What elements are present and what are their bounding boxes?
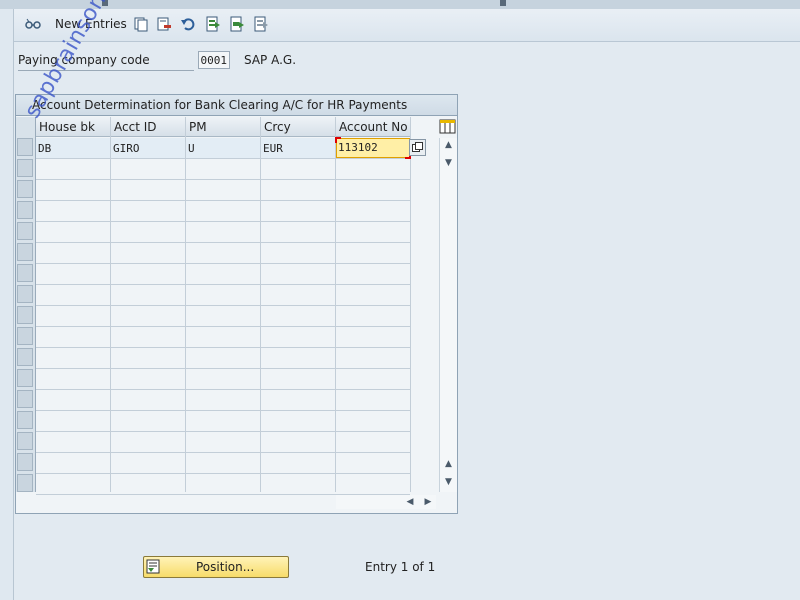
undo-icon[interactable] [180, 16, 196, 32]
table-row[interactable] [36, 201, 410, 222]
value-help-button[interactable] [409, 139, 426, 156]
row-selector[interactable] [17, 180, 33, 198]
row-selector[interactable] [17, 306, 33, 324]
column-divider [335, 117, 336, 492]
select-all-icon[interactable] [205, 16, 221, 32]
row-selector[interactable] [17, 369, 33, 387]
table-row[interactable] [36, 474, 410, 495]
table-row[interactable] [36, 222, 410, 243]
company-name-text: SAP A.G. [244, 53, 297, 67]
row-selector[interactable] [17, 138, 33, 156]
scroll-up-icon[interactable]: ▲ [440, 138, 457, 152]
scroll-page-down-icon[interactable]: ▼ [440, 475, 457, 489]
column-divider [185, 117, 186, 492]
row-selector[interactable] [17, 327, 33, 345]
column-header-acct-id[interactable]: Acct ID [111, 117, 186, 137]
application-toolbar: New Entries [14, 9, 800, 42]
table-row[interactable] [36, 348, 410, 369]
row-selector[interactable] [17, 411, 33, 429]
vertical-scrollbar[interactable]: ▲ ▼ ▲ ▼ [439, 138, 457, 492]
row-selector[interactable] [17, 432, 33, 450]
table-row[interactable] [36, 390, 410, 411]
row-selector[interactable] [17, 222, 33, 240]
table-settings-icon[interactable] [439, 118, 456, 135]
value-help-icon [412, 142, 423, 152]
cell-pm[interactable]: U [186, 139, 195, 158]
column-divider [110, 117, 111, 492]
position-button[interactable]: Position... [143, 556, 289, 578]
delete-icon[interactable] [156, 16, 172, 32]
scroll-left-icon[interactable]: ◀ [403, 495, 417, 509]
table-row[interactable] [36, 453, 410, 474]
row-selector[interactable] [17, 243, 33, 261]
table-row[interactable] [36, 243, 410, 264]
column-header-house-bk[interactable]: House bk [36, 117, 111, 137]
table-row[interactable] [36, 327, 410, 348]
scroll-right-icon[interactable]: ▶ [421, 495, 435, 509]
paying-company-code-label: Paying company code [18, 53, 150, 67]
account-no-input[interactable]: 113102 [335, 137, 411, 159]
row-selector[interactable] [17, 201, 33, 219]
table-row[interactable] [36, 432, 410, 453]
table-row[interactable] [36, 285, 410, 306]
deselect-all-icon[interactable] [253, 16, 269, 32]
cell-house-bk[interactable]: DB [36, 139, 51, 158]
column-header-pm[interactable]: PM [186, 117, 261, 137]
cell-acct-id[interactable]: GIRO [111, 139, 140, 158]
scroll-down-icon[interactable]: ▼ [440, 156, 457, 170]
cell-crcy[interactable]: EUR [261, 139, 283, 158]
title-strip [0, 0, 800, 9]
position-button-label: Position... [196, 560, 255, 574]
table-row[interactable] [36, 411, 410, 432]
row-selector[interactable] [17, 474, 33, 492]
row-selector[interactable] [17, 348, 33, 366]
column-divider [410, 117, 411, 492]
table-row[interactable] [36, 264, 410, 285]
position-icon [146, 559, 160, 574]
table-row[interactable] [36, 159, 410, 180]
copy-icon[interactable] [133, 16, 149, 32]
table-row[interactable] [36, 180, 410, 201]
column-divider [260, 117, 261, 492]
paying-company-code-field[interactable]: 0001 [198, 51, 230, 69]
title-fragment [500, 0, 506, 6]
select-block-icon[interactable] [229, 16, 245, 32]
row-selector[interactable] [17, 285, 33, 303]
table-row[interactable] [36, 306, 410, 327]
scroll-page-up-icon[interactable]: ▲ [440, 457, 457, 471]
row-selector[interactable] [17, 390, 33, 408]
row-selector[interactable] [17, 159, 33, 177]
table-title: Account Determination for Bank Clearing … [16, 95, 457, 116]
table-row[interactable] [36, 369, 410, 390]
entry-counter: Entry 1 of 1 [365, 560, 436, 574]
row-selector[interactable] [17, 453, 33, 471]
column-header-crcy[interactable]: Crcy [261, 117, 336, 137]
glasses-icon[interactable] [25, 16, 41, 32]
row-selector[interactable] [17, 264, 33, 282]
column-header-account-no[interactable]: Account No [336, 117, 411, 137]
